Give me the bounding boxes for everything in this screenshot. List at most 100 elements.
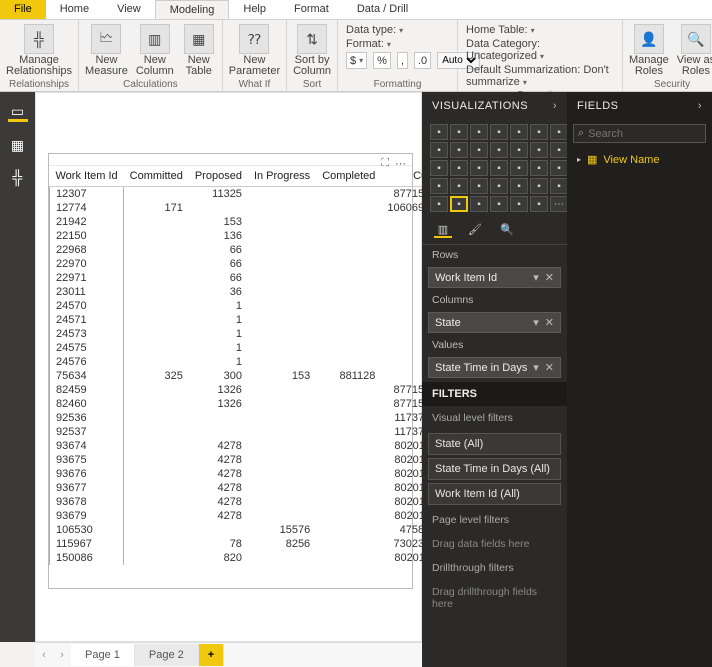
menu-datadrill[interactable]: Data / Drill xyxy=(343,0,422,19)
table-row[interactable]: 824601326877150 xyxy=(50,397,437,411)
collapse-panel-icon[interactable]: › xyxy=(698,100,702,112)
viz-type-button[interactable]: ▪ xyxy=(450,196,468,212)
viz-type-button[interactable]: ▪ xyxy=(490,178,508,194)
viz-type-button[interactable]: ▪ xyxy=(470,142,488,158)
fields-pane-icon[interactable]: ▥ xyxy=(434,222,452,238)
filter-state[interactable]: State (All) xyxy=(428,433,561,455)
viz-type-button[interactable]: ▪ xyxy=(510,160,528,176)
page-filters-dropzone[interactable]: Drag data fields here xyxy=(422,532,567,556)
table-row[interactable]: 245711 xyxy=(50,313,437,327)
viz-type-button[interactable]: ▪ xyxy=(530,196,548,212)
viz-type-button[interactable]: ▪ xyxy=(550,142,568,158)
table-row[interactable]: 936794278802011 xyxy=(50,509,437,523)
table-row[interactable]: 1065301557647586 xyxy=(50,523,437,537)
viz-type-button[interactable]: ▪ xyxy=(550,178,568,194)
viz-type-button[interactable]: ▪ xyxy=(490,160,508,176)
viz-type-button[interactable]: ▪ xyxy=(430,124,448,140)
table-row[interactable]: 824591326877150 xyxy=(50,383,437,397)
add-page-button[interactable]: + xyxy=(199,644,224,666)
data-category-dropdown[interactable]: Data Category: Uncategorized xyxy=(466,38,614,62)
table-row[interactable]: 1230711325877150 xyxy=(50,187,437,202)
comma-button[interactable]: , xyxy=(397,52,408,69)
view-as-roles-button[interactable]: 🔍View as Roles xyxy=(673,22,712,79)
table-row[interactable]: 21942153 xyxy=(50,215,437,229)
sort-by-column-button[interactable]: ⇅Sort by Column xyxy=(289,22,335,79)
viz-type-button[interactable]: ▪ xyxy=(490,196,508,212)
table-row[interactable]: 245761 xyxy=(50,355,437,369)
new-table-button[interactable]: ▦New Table xyxy=(178,22,220,79)
table-row[interactable]: 245751 xyxy=(50,341,437,355)
format-dropdown[interactable]: Format: xyxy=(346,38,401,50)
table-row[interactable]: 936754278802011 xyxy=(50,453,437,467)
currency-button[interactable]: $ xyxy=(346,52,367,69)
matrix-visual[interactable]: ⛶ ⋯ Work Item IdCommittedProposedIn Prog… xyxy=(48,153,413,589)
viz-type-button[interactable]: ▪ xyxy=(470,124,488,140)
table-row[interactable]: 936764278802011 xyxy=(50,467,437,481)
viz-type-button[interactable]: ▪ xyxy=(450,160,468,176)
remove-field-icon[interactable]: ✕ xyxy=(545,271,554,284)
decimal-icon[interactable]: .0 xyxy=(414,52,431,69)
filter-work-item-id[interactable]: Work Item Id (All) xyxy=(428,483,561,505)
table-row[interactable]: 115967788256730236 xyxy=(50,537,437,551)
rows-field-pill[interactable]: Work Item Id▾✕ xyxy=(428,267,561,288)
menu-home[interactable]: Home xyxy=(46,0,103,19)
fields-search[interactable]: ⌕ xyxy=(573,124,706,143)
manage-relationships-button[interactable]: ╬Manage Relationships xyxy=(2,22,76,79)
table-row[interactable]: 2297166 xyxy=(50,271,437,285)
new-parameter-button[interactable]: ⁇New Parameter xyxy=(225,22,284,79)
field-table-view-name[interactable]: ▸ ▦ View Name xyxy=(567,147,712,172)
menu-file[interactable]: File xyxy=(0,0,46,19)
report-view-icon[interactable]: ▭ xyxy=(8,104,28,122)
search-input[interactable] xyxy=(588,128,712,140)
viz-type-button[interactable]: ▪ xyxy=(430,178,448,194)
viz-type-button[interactable]: ▪ xyxy=(530,142,548,158)
page-tab-1[interactable]: Page 1 xyxy=(71,644,135,666)
viz-type-button[interactable]: ▪ xyxy=(530,178,548,194)
viz-type-button[interactable]: ▪ xyxy=(530,160,548,176)
prev-page-icon[interactable]: ‹ xyxy=(35,649,53,661)
new-measure-button[interactable]: 🗠New Measure xyxy=(81,22,132,79)
drillthrough-dropzone[interactable]: Drag drillthrough fields here xyxy=(422,580,567,616)
expand-icon[interactable]: ▸ xyxy=(577,155,581,164)
data-type-dropdown[interactable]: Data type: xyxy=(346,24,403,36)
table-row[interactable]: 936774278802011 xyxy=(50,481,437,495)
model-view-icon[interactable]: ╬ xyxy=(8,168,28,186)
remove-field-icon[interactable]: ✕ xyxy=(545,361,554,374)
table-row[interactable]: 92536117370 xyxy=(50,411,437,425)
viz-type-button[interactable]: ▪ xyxy=(430,142,448,158)
columns-field-pill[interactable]: State▾✕ xyxy=(428,312,561,333)
viz-type-button[interactable]: ▪ xyxy=(430,196,448,212)
data-view-icon[interactable]: ▦ xyxy=(8,136,28,154)
menu-help[interactable]: Help xyxy=(229,0,280,19)
column-header[interactable]: Committed xyxy=(124,166,189,187)
column-header[interactable]: Completed xyxy=(316,166,381,187)
table-row[interactable]: 936744278802011 xyxy=(50,439,437,453)
viz-type-button[interactable]: ▪ xyxy=(450,142,468,158)
table-row[interactable]: 245731 xyxy=(50,327,437,341)
focus-mode-icon[interactable]: ⛶ xyxy=(381,157,389,170)
column-header[interactable]: Proposed xyxy=(189,166,248,187)
report-canvas[interactable]: ⛶ ⋯ Work Item IdCommittedProposedIn Prog… xyxy=(35,92,422,642)
new-column-button[interactable]: ▥New Column xyxy=(132,22,178,79)
table-row[interactable]: 245701 xyxy=(50,299,437,313)
percent-button[interactable]: % xyxy=(373,52,391,69)
chevron-down-icon[interactable]: ▾ xyxy=(533,316,539,329)
chevron-down-icon[interactable]: ▾ xyxy=(533,271,539,284)
analytics-pane-icon[interactable]: 🔍 xyxy=(498,222,516,238)
format-pane-icon[interactable]: 🖌 xyxy=(466,222,484,238)
viz-type-button[interactable]: ▪ xyxy=(470,160,488,176)
viz-type-button[interactable]: ▪ xyxy=(530,124,548,140)
menu-format[interactable]: Format xyxy=(280,0,343,19)
viz-type-button[interactable]: ▪ xyxy=(510,178,528,194)
menu-view[interactable]: View xyxy=(103,0,155,19)
next-page-icon[interactable]: › xyxy=(53,649,71,661)
viz-type-button[interactable]: ▪ xyxy=(510,142,528,158)
table-row[interactable]: 92537117370 xyxy=(50,425,437,439)
table-row[interactable]: 75634325300153881128 xyxy=(50,369,437,383)
manage-roles-button[interactable]: 👤Manage Roles xyxy=(625,22,673,79)
home-table-dropdown[interactable]: Home Table: xyxy=(466,24,614,36)
viz-type-button[interactable]: ▪ xyxy=(550,124,568,140)
table-row[interactable]: 150086820802011 xyxy=(50,551,437,565)
viz-type-button[interactable]: ▪ xyxy=(490,142,508,158)
viz-type-button[interactable]: ▪ xyxy=(510,196,528,212)
